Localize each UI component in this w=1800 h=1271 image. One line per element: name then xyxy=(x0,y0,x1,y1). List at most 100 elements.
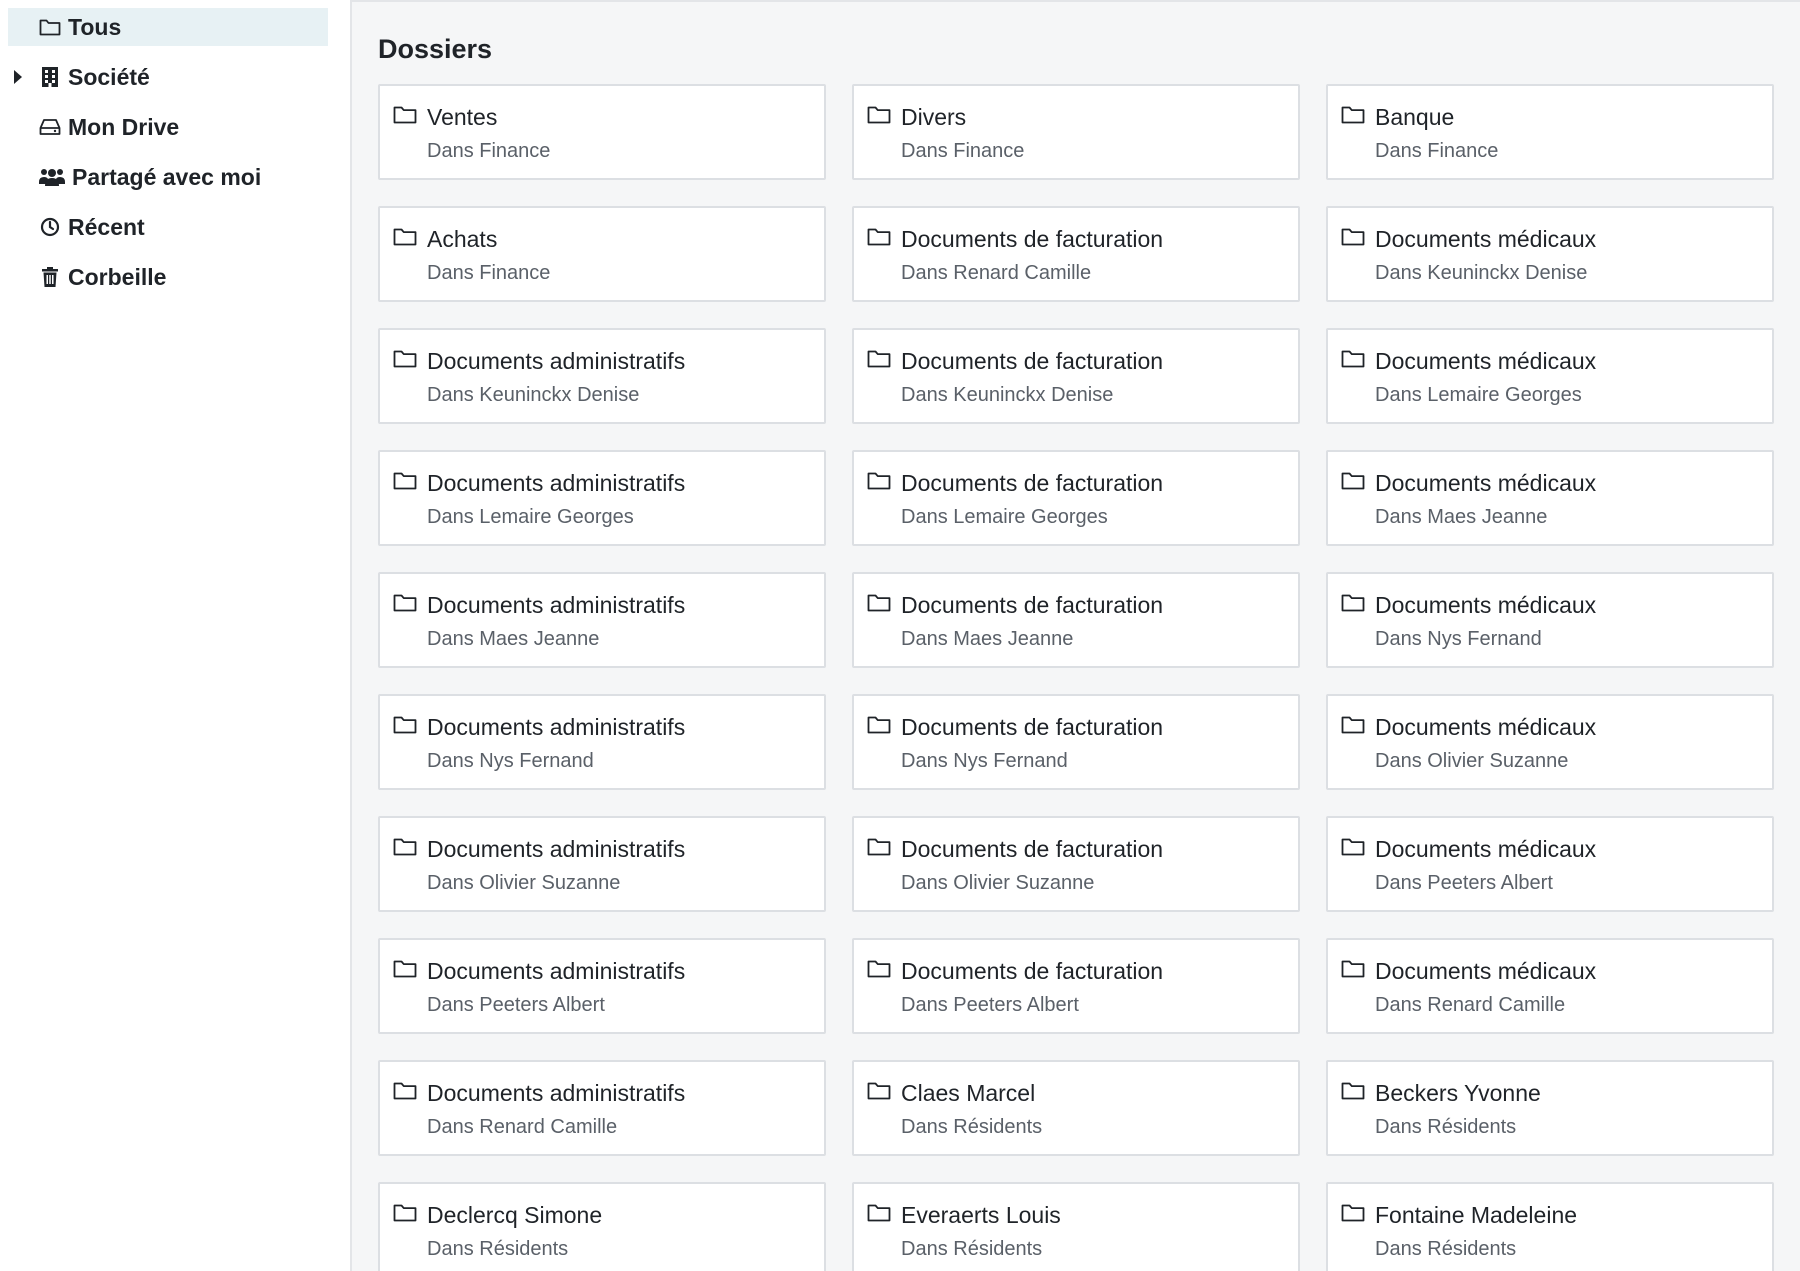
folder-location: Dans Keuninckx Denise xyxy=(901,384,1114,406)
folder-card[interactable]: Documents médicaux Dans Renard Camille xyxy=(1326,938,1774,1034)
folder-icon xyxy=(1341,837,1365,857)
folder-icon xyxy=(1341,105,1365,125)
sidebar-item-societe[interactable]: Société xyxy=(8,58,328,96)
sidebar-item-mon-drive[interactable]: Mon Drive xyxy=(8,108,328,146)
folder-icon xyxy=(867,593,891,613)
folder-name: Documents de facturation xyxy=(901,714,1164,740)
folder-name: Documents médicaux xyxy=(1375,348,1597,374)
folder-name: Documents administratifs xyxy=(427,470,686,496)
folder-name: Beckers Yvonne xyxy=(1375,1080,1541,1106)
folder-icon xyxy=(393,471,417,491)
folder-location: Dans Résidents xyxy=(427,1238,569,1260)
folder-location: Dans Résidents xyxy=(901,1116,1043,1138)
folder-location: Dans Maes Jeanne xyxy=(1375,506,1548,528)
folder-name: Declercq Simone xyxy=(427,1202,603,1228)
folder-icon xyxy=(867,471,891,491)
folder-card[interactable]: Documents médicaux Dans Maes Jeanne xyxy=(1326,450,1774,546)
folder-location: Dans Finance xyxy=(901,140,1025,162)
folder-icon xyxy=(393,349,417,369)
folder-card[interactable]: Documents médicaux Dans Olivier Suzanne xyxy=(1326,694,1774,790)
folder-location: Dans Olivier Suzanne xyxy=(901,872,1095,894)
folder-icon xyxy=(867,105,891,125)
folder-icon xyxy=(1341,1203,1365,1223)
folder-location: Dans Finance xyxy=(427,262,551,284)
folder-card[interactable]: Fontaine Madeleine Dans Résidents xyxy=(1326,1182,1774,1271)
folder-name: Achats xyxy=(427,226,498,252)
folder-card[interactable]: Documents administratifs Dans Peeters Alb… xyxy=(378,938,826,1034)
folder-name: Banque xyxy=(1375,104,1455,130)
sidebar-item-recent[interactable]: Récent xyxy=(8,208,328,246)
folder-card[interactable]: Claes Marcel Dans Résidents xyxy=(852,1060,1300,1156)
folder-card[interactable]: Divers Dans Finance xyxy=(852,84,1300,180)
folder-card[interactable]: Documents de facturation Dans Keuninckx D… xyxy=(852,328,1300,424)
folder-card[interactable]: Documents de facturation Dans Lemaire Geo… xyxy=(852,450,1300,546)
folder-name: Divers xyxy=(901,104,967,130)
folder-card[interactable]: Documents de facturation Dans Nys Fernand xyxy=(852,694,1300,790)
folder-location: Dans Lemaire Georges xyxy=(1375,384,1582,406)
folder-card[interactable]: Documents administratifs Dans Renard Cami… xyxy=(378,1060,826,1156)
folder-card[interactable]: Documents administratifs Dans Nys Fernand xyxy=(378,694,826,790)
folder-icon xyxy=(393,959,417,979)
folder-card[interactable]: Documents médicaux Dans Nys Fernand xyxy=(1326,572,1774,668)
clock-icon xyxy=(38,215,62,239)
folder-name: Documents médicaux xyxy=(1375,226,1597,252)
folder-card[interactable]: Documents de facturation Dans Maes Jeanne xyxy=(852,572,1300,668)
folder-location: Dans Keuninckx Denise xyxy=(427,384,640,406)
folder-icon xyxy=(393,1081,417,1101)
folder-name: Documents médicaux xyxy=(1375,592,1597,618)
folder-card[interactable]: Banque Dans Finance xyxy=(1326,84,1774,180)
folder-location: Dans Résidents xyxy=(901,1238,1043,1260)
folder-location: Dans Maes Jeanne xyxy=(427,628,600,650)
building-icon xyxy=(38,65,62,89)
users-icon xyxy=(38,165,66,189)
folder-location: Dans Maes Jeanne xyxy=(901,628,1074,650)
app-window: Tous Société Mon Drive Partagé avec moi … xyxy=(0,0,1800,1271)
folder-card[interactable]: Documents administratifs Dans Maes Jeanne xyxy=(378,572,826,668)
folder-card[interactable]: Documents de facturation Dans Olivier Suz… xyxy=(852,816,1300,912)
sidebar-item-partage[interactable]: Partagé avec moi xyxy=(8,158,328,196)
folder-location: Dans Peeters Albert xyxy=(427,994,605,1016)
sidebar-item-tous[interactable]: Tous xyxy=(8,8,328,46)
folder-card[interactable]: Documents de facturation Dans Peeters Alb… xyxy=(852,938,1300,1034)
folder-card[interactable]: Documents administratifs Dans Keuninckx D… xyxy=(378,328,826,424)
folder-card[interactable]: Documents de facturation Dans Renard Cami… xyxy=(852,206,1300,302)
folder-grid: Ventes Dans Finance Divers Dans Finance Banq… xyxy=(378,84,1774,1271)
folder-card[interactable]: Beckers Yvonne Dans Résidents xyxy=(1326,1060,1774,1156)
folder-card[interactable]: Documents médicaux Dans Peeters Albert xyxy=(1326,816,1774,912)
folder-icon xyxy=(867,715,891,735)
folder-icon xyxy=(867,959,891,979)
expand-caret-icon[interactable] xyxy=(14,70,22,84)
folder-location: Dans Olivier Suzanne xyxy=(427,872,621,894)
folder-icon xyxy=(867,227,891,247)
folder-card[interactable]: Documents médicaux Dans Keuninckx Denise xyxy=(1326,206,1774,302)
folder-location: Dans Renard Camille xyxy=(427,1116,618,1138)
folder-icon xyxy=(393,837,417,857)
folder-name: Ventes xyxy=(427,104,498,130)
folder-card[interactable]: Declercq Simone Dans Résidents xyxy=(378,1182,826,1271)
folder-name: Documents de facturation xyxy=(901,592,1164,618)
folder-card[interactable]: Documents administratifs Dans Lemaire Geo… xyxy=(378,450,826,546)
folder-name: Documents de facturation xyxy=(901,836,1164,862)
folder-card[interactable]: Documents médicaux Dans Lemaire Georges xyxy=(1326,328,1774,424)
folder-name: Documents administratifs xyxy=(427,592,686,618)
sidebar-item-label: Corbeille xyxy=(68,263,167,290)
hard-drive-icon xyxy=(38,115,62,139)
sidebar-item-corbeille[interactable]: Corbeille xyxy=(8,258,328,296)
folder-location: Dans Keuninckx Denise xyxy=(1375,262,1588,284)
folder-location: Dans Lemaire Georges xyxy=(901,506,1108,528)
folder-location: Dans Nys Fernand xyxy=(901,750,1068,772)
folder-card[interactable]: Documents administratifs Dans Olivier Suz… xyxy=(378,816,826,912)
folder-name: Documents administratifs xyxy=(427,348,686,374)
folder-name: Fontaine Madeleine xyxy=(1375,1202,1578,1228)
folder-location: Dans Renard Camille xyxy=(901,262,1092,284)
folder-name: Documents administratifs xyxy=(427,714,686,740)
folder-card[interactable]: Everaerts Louis Dans Résidents xyxy=(852,1182,1300,1271)
folder-card[interactable]: Achats Dans Finance xyxy=(378,206,826,302)
folder-location: Dans Lemaire Georges xyxy=(427,506,634,528)
folder-icon xyxy=(1341,1081,1365,1101)
folder-icon xyxy=(867,1203,891,1223)
folder-name: Everaerts Louis xyxy=(901,1202,1061,1228)
sidebar-item-label: Récent xyxy=(68,213,145,240)
folder-card[interactable]: Ventes Dans Finance xyxy=(378,84,826,180)
main-content: Dossiers Ventes Dans Finance Divers Dans Fi… xyxy=(352,0,1800,1271)
